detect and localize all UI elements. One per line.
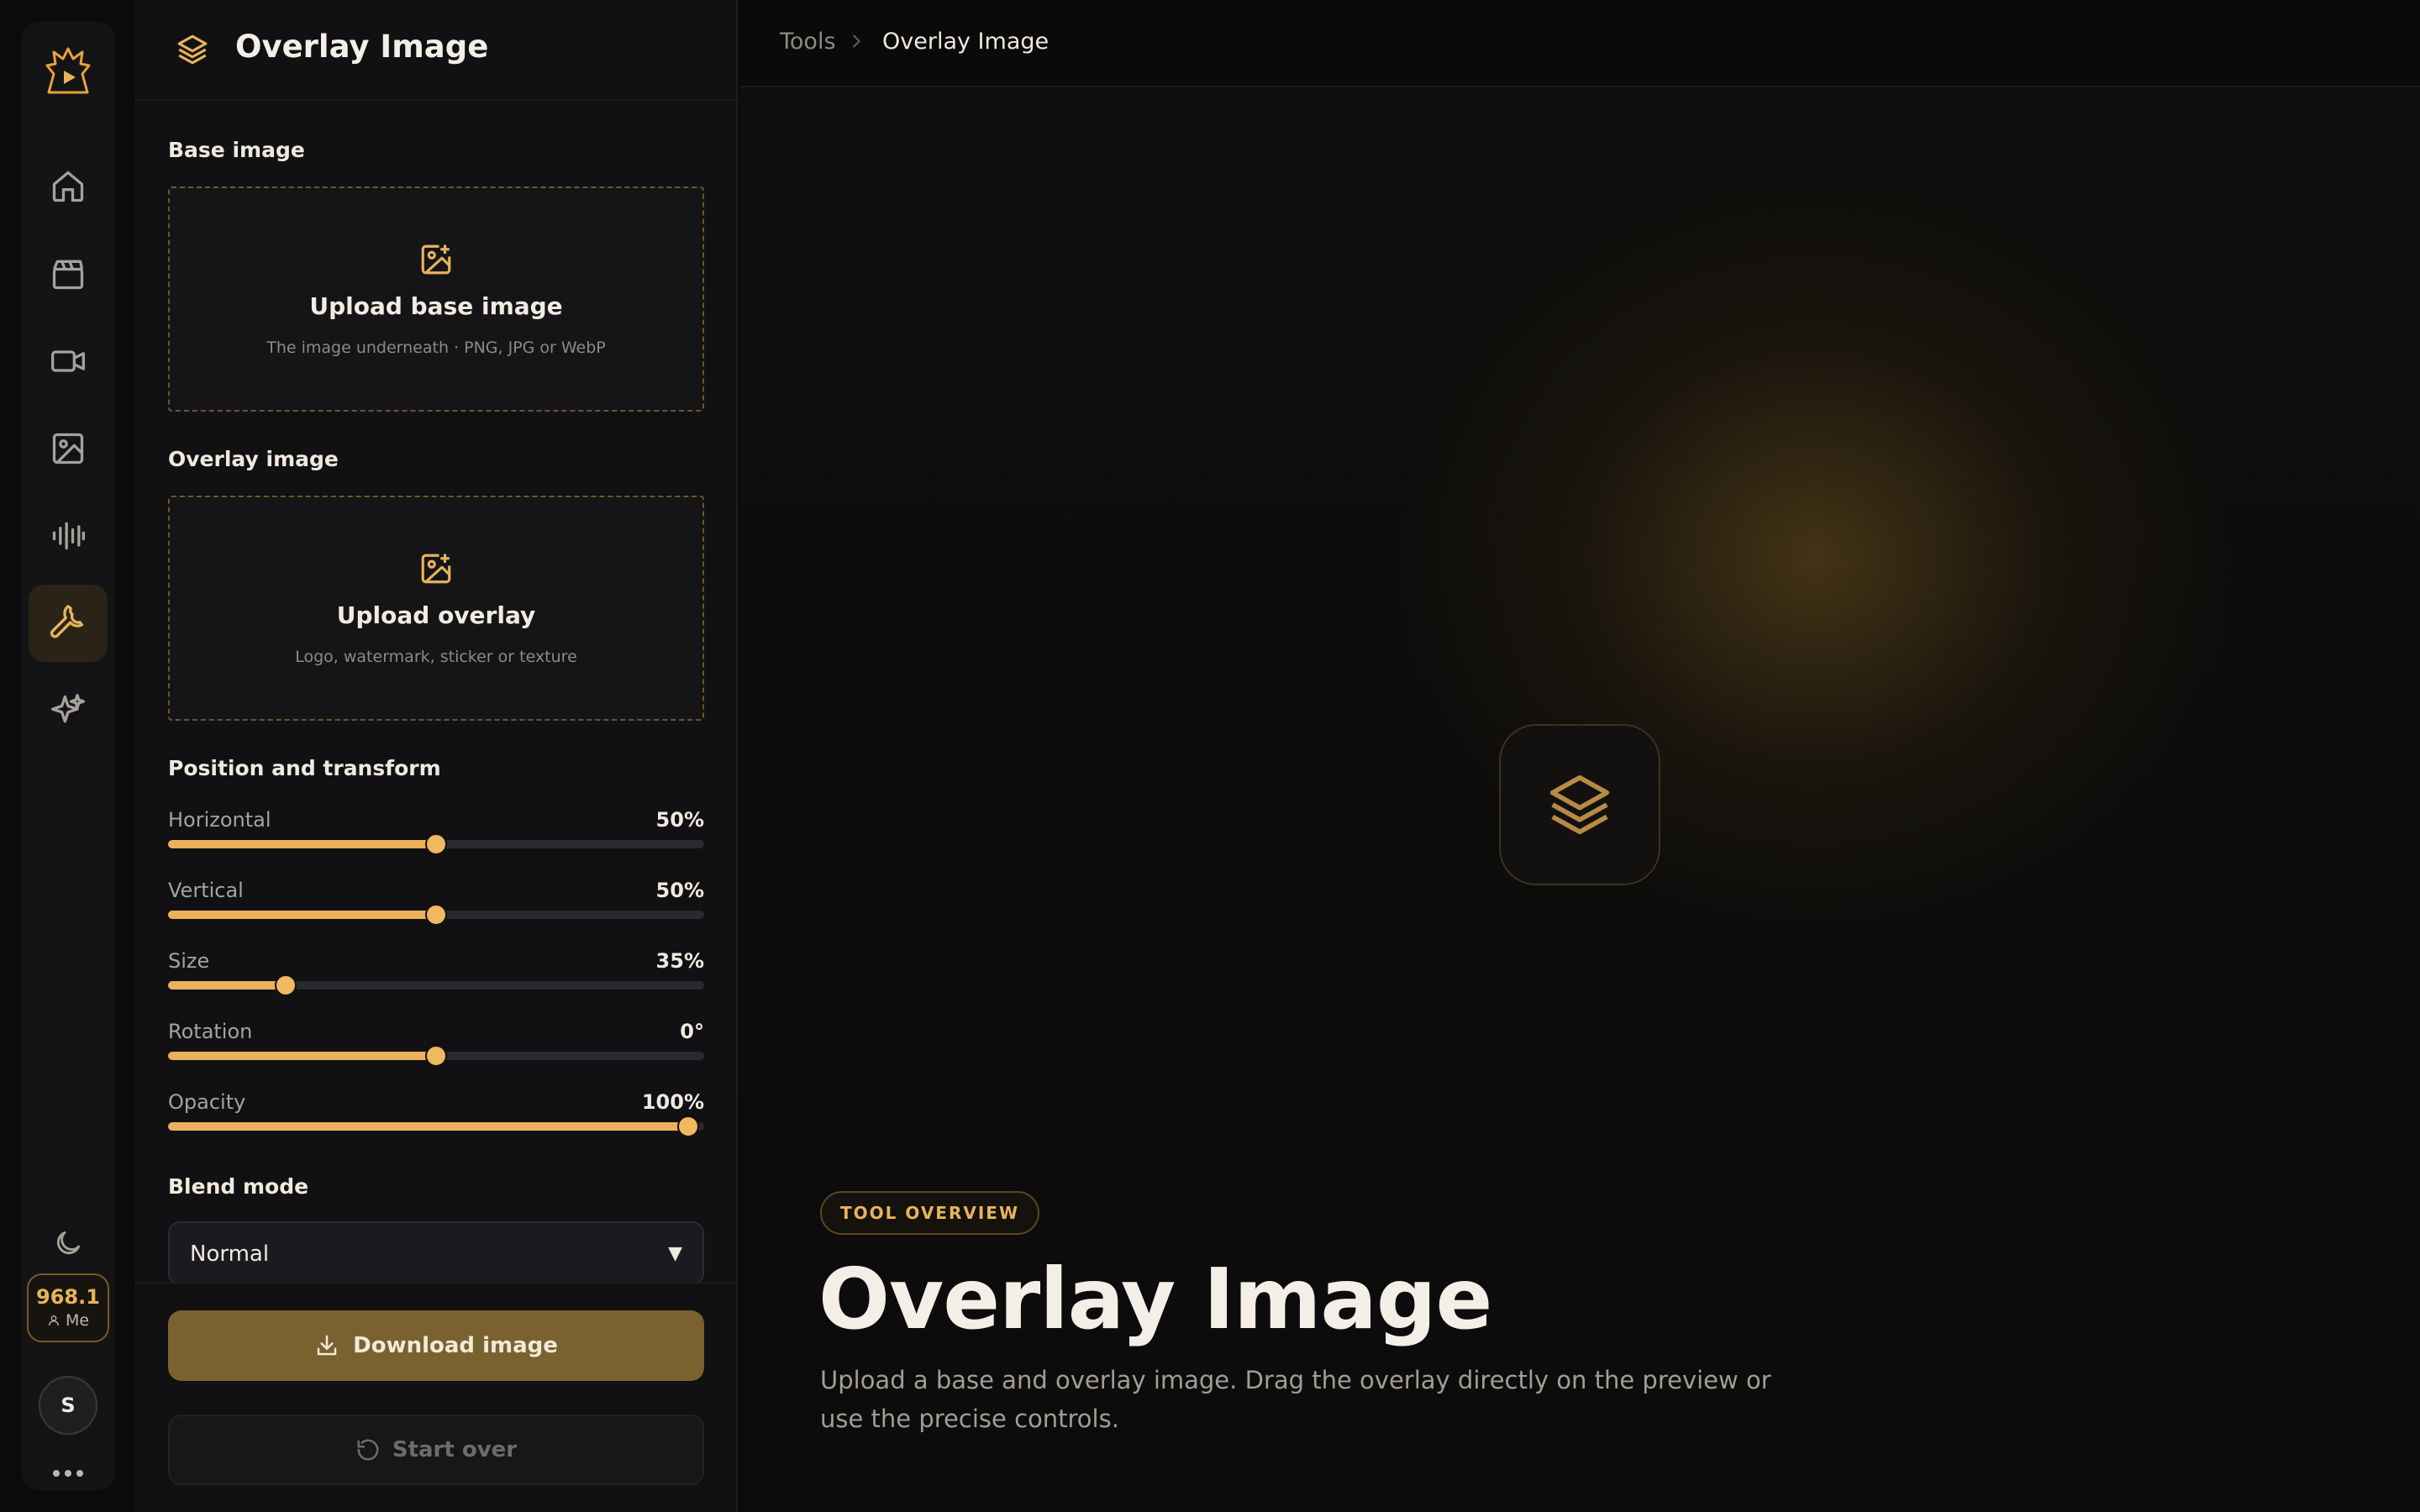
slider-value: 50% — [655, 808, 704, 832]
tool-overview-badge: TOOL OVERVIEW — [820, 1191, 1040, 1235]
slider-track[interactable] — [168, 974, 704, 996]
vertical-slider[interactable]: Vertical 50% — [168, 879, 704, 926]
slider-label: Vertical — [168, 879, 244, 902]
credits-count: 968.1 — [36, 1284, 100, 1309]
video-camera-icon — [51, 350, 85, 372]
layers-icon — [175, 32, 210, 67]
download-icon — [317, 1335, 337, 1356]
slider-label: Horizontal — [168, 808, 271, 832]
breadcrumb-tools-link[interactable]: Tools — [780, 29, 836, 55]
tool-panel: Overlay Image Base image Upload base ima… — [134, 0, 738, 1512]
slider-thumb[interactable] — [676, 1116, 699, 1137]
slider-fill — [168, 911, 436, 919]
image-plus-icon — [418, 551, 454, 586]
chevron-right-icon — [847, 32, 865, 50]
base-upload-subtitle: The image underneath · PNG, JPG or WebP — [266, 339, 606, 357]
user-icon — [48, 1315, 59, 1326]
slider-label: Opacity — [168, 1090, 246, 1114]
slider-track[interactable] — [168, 1116, 704, 1137]
page-description: Upload a base and overlay image. Drag th… — [820, 1366, 1771, 1433]
slider-fill — [168, 840, 436, 848]
audio-waveform-icon — [52, 522, 85, 550]
slider-label: Rotation — [168, 1020, 253, 1043]
slider-value: 35% — [655, 949, 704, 973]
slider-value: 100% — [641, 1090, 704, 1114]
slider-value: 0° — [680, 1020, 704, 1043]
rotation-slider[interactable]: Rotation 0° — [168, 1020, 704, 1067]
start-over-button[interactable]: Start over — [168, 1415, 704, 1485]
slider-label: Size — [168, 949, 210, 973]
panel-footer: Download image Start over — [134, 1282, 736, 1512]
moon-icon — [56, 1231, 81, 1255]
opacity-slider[interactable]: Opacity 100% — [168, 1090, 704, 1137]
slider-fill — [168, 981, 287, 990]
slider-thumb[interactable] — [425, 1045, 447, 1067]
caret-down-icon: ▼ — [668, 1243, 682, 1264]
start-over-label: Start over — [392, 1437, 518, 1462]
more-button[interactable] — [45, 1457, 91, 1490]
size-slider[interactable]: Size 35% — [168, 949, 704, 996]
breadcrumb: Tools Overlay Image — [739, 0, 2420, 87]
preview-placeholder-tile — [1499, 724, 1660, 885]
panel-header: Overlay Image — [134, 0, 738, 101]
download-label: Download image — [353, 1333, 558, 1358]
slider-thumb[interactable] — [425, 833, 447, 855]
wrench-icon — [50, 605, 84, 638]
nav-films[interactable] — [29, 235, 108, 312]
blend-mode-select[interactable]: Normal ▼ — [168, 1221, 704, 1285]
overlay-image-dropzone[interactable]: Upload overlay Logo, watermark, sticker … — [168, 496, 704, 721]
icon-rail: 968.1 Me S — [22, 22, 114, 1490]
more-dots-icon — [53, 1470, 83, 1477]
overlay-upload-subtitle: Logo, watermark, sticker or texture — [295, 648, 577, 666]
nav-images[interactable] — [29, 410, 108, 487]
nav-audio[interactable] — [29, 497, 108, 575]
image-plus-icon — [418, 242, 454, 277]
page-title: Overlay Image — [818, 1250, 1492, 1348]
credits-owner: Me — [47, 1311, 89, 1330]
app-logo-icon[interactable] — [45, 45, 91, 96]
overlay-upload-title: Upload overlay — [336, 601, 536, 629]
slider-value: 50% — [655, 879, 704, 902]
blend-mode-value: Normal — [190, 1242, 270, 1267]
slider-fill — [168, 1122, 688, 1131]
base-image-label: Base image — [168, 138, 305, 162]
sparkles-icon — [51, 694, 85, 723]
credits-badge[interactable]: 968.1 Me — [27, 1273, 109, 1342]
slider-track[interactable] — [168, 833, 704, 855]
overlay-image-label: Overlay image — [168, 447, 339, 471]
rotate-ccw-icon — [357, 1439, 379, 1461]
base-upload-title: Upload base image — [309, 292, 563, 320]
blend-mode-label: Blend mode — [168, 1174, 309, 1199]
transform-label: Position and transform — [168, 756, 441, 780]
home-icon — [52, 171, 84, 202]
preview-canvas[interactable]: TOOL OVERVIEW Overlay Image Upload a bas… — [739, 87, 2420, 1512]
nav-home[interactable] — [29, 148, 108, 225]
clapperboard-icon — [52, 260, 84, 290]
panel-title: Overlay Image — [235, 29, 489, 65]
layers-icon — [1549, 774, 1610, 835]
download-button[interactable]: Download image — [168, 1310, 704, 1381]
theme-toggle[interactable] — [29, 1213, 108, 1273]
credits-me-label: Me — [65, 1311, 90, 1331]
slider-thumb[interactable] — [275, 974, 297, 996]
nav-tools[interactable] — [29, 585, 108, 662]
nav-video[interactable] — [29, 323, 108, 400]
horizontal-slider[interactable]: Horizontal 50% — [168, 808, 704, 855]
user-avatar[interactable]: S — [39, 1376, 97, 1435]
breadcrumb-current: Overlay Image — [882, 29, 1050, 55]
slider-track[interactable] — [168, 904, 704, 926]
slider-thumb[interactable] — [425, 904, 447, 926]
nav-ai[interactable] — [29, 672, 108, 749]
slider-fill — [168, 1052, 436, 1060]
base-image-dropzone[interactable]: Upload base image The image underneath ·… — [168, 186, 704, 412]
image-icon — [52, 433, 84, 465]
slider-track[interactable] — [168, 1045, 704, 1067]
